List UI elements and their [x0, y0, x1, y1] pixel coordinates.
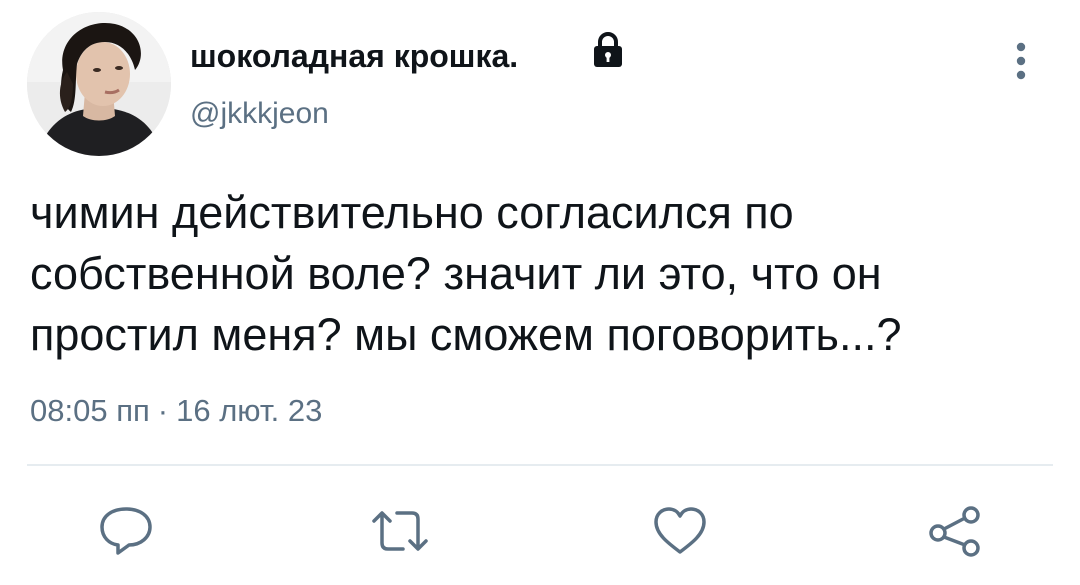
heart-icon	[654, 507, 706, 554]
share-button[interactable]	[926, 505, 982, 557]
share-icon	[929, 506, 980, 557]
display-name[interactable]: шоколадная крошка.	[190, 36, 518, 76]
profile-photo-icon	[27, 12, 171, 156]
like-button[interactable]	[652, 505, 708, 557]
reply-button[interactable]	[98, 505, 154, 557]
timestamp-separator: ·	[157, 393, 169, 428]
reply-icon	[100, 507, 152, 555]
divider	[27, 464, 1053, 466]
retweet-button[interactable]	[370, 505, 428, 557]
more-vertical-icon[interactable]	[1006, 40, 1036, 82]
avatar[interactable]	[27, 12, 171, 156]
tweet-time: 08:05 пп	[30, 393, 150, 428]
username-handle[interactable]: @jkkkjeon	[190, 96, 329, 132]
tweet-date: 16 лют. 23	[176, 393, 323, 428]
lock-icon	[594, 32, 622, 67]
tweet-text: чимин действительно согласился по собств…	[30, 187, 902, 360]
tweet-timestamp[interactable]: 08:05 пп · 16 лют. 23	[30, 392, 322, 430]
retweet-icon	[372, 511, 428, 551]
